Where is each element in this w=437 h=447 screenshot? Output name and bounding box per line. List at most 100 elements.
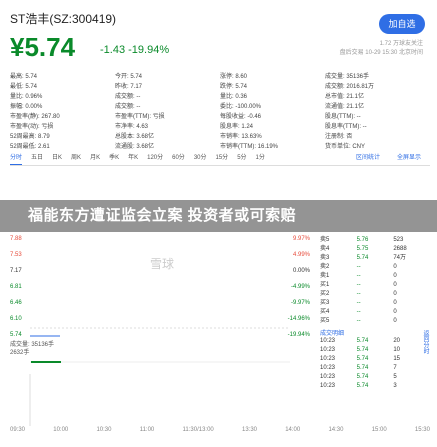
- bid-cell: 0: [393, 282, 397, 288]
- stat-item: 最低: 5.74: [10, 84, 38, 90]
- stat-item: 昨收: 7.17: [115, 84, 143, 90]
- stat-item: 成交额: --: [115, 104, 141, 110]
- stat-item: 市销率: 13.63%: [220, 134, 262, 140]
- volume-bar: [31, 361, 61, 363]
- ask-cell: 5.76: [356, 237, 369, 243]
- stats-row: 市盈率(动): 亏损 市净率: 4.63 股息率: 1.24 股息率(TTM): --: [10, 122, 430, 132]
- trade-cell: 10:23: [320, 347, 336, 353]
- trade-cell: 10:23: [320, 365, 336, 371]
- stat-item: 流通值: 21.1亿: [325, 104, 365, 110]
- trade-cell: 10:23: [320, 374, 336, 380]
- tab-action[interactable]: 区间统计: [356, 152, 380, 165]
- xueqiu-watermark: 雪球: [150, 257, 175, 271]
- bid-row: 买1 -- 0: [320, 281, 430, 290]
- stat-item: 流通股: 3.68亿: [115, 144, 155, 150]
- bid-cell: 0: [393, 300, 397, 306]
- tab-12[interactable]: 1分: [256, 152, 265, 165]
- stat-item: 52周最高: 8.79: [10, 134, 50, 140]
- order-book: 卖5 5.76 523 卖4 5.75 2688 卖3 5.74 74万 卖2 -- 0 卖1 -- 0 买1…: [320, 236, 430, 391]
- tab-4[interactable]: 月K: [90, 152, 100, 165]
- x-tick: 10:30: [96, 427, 112, 433]
- ask-cell: 0: [393, 273, 397, 279]
- stat-item: 总市值: 21.1亿: [325, 94, 365, 100]
- stats-row: 振幅: 0.00% 成交额: -- 委比: -100.00% 流通值: 21.1亿: [10, 102, 430, 112]
- ask-cell: 2688: [393, 246, 407, 252]
- tabs-right: 区间统计 全屏显示: [356, 152, 430, 165]
- stat-item: 量比: 0.96%: [10, 94, 43, 100]
- trade-cell: 10:23: [320, 383, 336, 389]
- back-to-intraday[interactable]: 返回分时: [421, 330, 430, 354]
- stat-item: 货币单位: CNY: [325, 144, 366, 150]
- stat-item: 跌停: 5.74: [220, 84, 248, 90]
- trade-row: 10:23 5.74 15: [320, 355, 430, 364]
- x-tick: 10:00: [53, 427, 69, 433]
- stat-item: 股息率(TTM): --: [325, 124, 367, 130]
- stat-item: 振幅: 0.00%: [10, 104, 43, 110]
- x-tick: 15:00: [371, 427, 387, 433]
- volume-value: 2632手: [10, 350, 30, 356]
- stats-row: 52周最低: 2.61 流通股: 3.68亿 市销率(TTM): 16.19% 货币单…: [10, 142, 430, 152]
- stat-item: 注册制: 否: [325, 134, 353, 140]
- tab-10[interactable]: 15分: [216, 152, 229, 165]
- bid-cell: --: [356, 318, 361, 324]
- news-banner[interactable]: 福能东方遭证监会立案 投资者或可索赔: [0, 200, 437, 232]
- stock-header: ST浩丰(SZ:300419) 加自选 ¥5.74 -1.43 -19.94% …: [10, 10, 437, 70]
- followers: 1.72 万球友关注: [379, 41, 423, 47]
- x-tick: 13:30: [241, 427, 257, 433]
- tab-3[interactable]: 周K: [71, 152, 81, 165]
- trade-cell: 5.74: [356, 383, 369, 389]
- stat-item: 股息率: 1.24: [220, 124, 254, 130]
- stat-item: 涨停: 8.60: [220, 74, 248, 80]
- trade-cell: 3: [393, 383, 397, 389]
- ask-row: 卖4 5.75 2688: [320, 245, 430, 254]
- bid-cell: --: [356, 300, 361, 306]
- ask-cell: 卖3: [320, 255, 330, 261]
- tab-5[interactable]: 季K: [109, 152, 119, 165]
- tab-action[interactable]: 全屏显示: [397, 152, 421, 165]
- stock-meta: 1.72 万球友关注 盘后交易 10-29 15:30 北京时间: [340, 40, 423, 58]
- stats-row: 最高: 5.74 今开: 5.74 涨停: 8.60 成交量: 35136手: [10, 72, 430, 82]
- bid-row: 买2 -- 0: [320, 290, 430, 299]
- ask-cell: 5.74: [356, 255, 369, 261]
- bid-cell: 买4: [320, 309, 330, 315]
- tab-0[interactable]: 分时: [10, 152, 23, 165]
- stat-item: 市净率: 4.63: [115, 124, 149, 130]
- bid-cell: 0: [393, 318, 397, 324]
- x-tick: 14:30: [328, 427, 344, 433]
- stat-item: 量比: 0.36: [220, 94, 248, 100]
- stat-item: 成交量: 35136手: [325, 74, 370, 80]
- bid-row: 买4 -- 0: [320, 308, 430, 317]
- bid-cell: 0: [393, 291, 397, 297]
- price-change: -1.43 -19.94%: [100, 44, 170, 56]
- x-axis: 09:30 10:00 10:30 11:00 11:30/13:00 13:30 14:0…: [10, 427, 430, 433]
- bid-row: 买3 -- 0: [320, 299, 430, 308]
- stat-item: 成交额: 2016.81万: [325, 84, 375, 90]
- bid-row: 买5 -- 0: [320, 317, 430, 326]
- stat-item: 今开: 5.74: [115, 74, 143, 80]
- tab-2[interactable]: 日K: [52, 152, 62, 165]
- x-tick: 14:00: [285, 427, 301, 433]
- ask-cell: 0: [393, 264, 397, 270]
- tab-1[interactable]: 五日: [31, 152, 43, 165]
- ask-row: 卖1 -- 0: [320, 272, 430, 281]
- chart-tabs: 分时 五日 日K 周K 月K 季K 年K 120分 60分 30分 15分 5分 1分 区间统计 全屏显示: [10, 152, 430, 166]
- market-time: 盘后交易 10-29 15:30 北京时间: [339, 50, 423, 56]
- trade-cell: 5.74: [356, 347, 369, 353]
- bid-cell: --: [356, 309, 361, 315]
- tab-8[interactable]: 60分: [172, 152, 185, 165]
- x-tick: 11:00: [139, 427, 155, 433]
- trade-cell: 7: [393, 365, 397, 371]
- trade-row: 10:23 5.74 5: [320, 373, 430, 382]
- stat-item: 市盈率(静): 267.80: [10, 114, 60, 120]
- tab-6[interactable]: 年K: [128, 152, 138, 165]
- trade-row: 10:23 5.74 7: [320, 364, 430, 373]
- tab-7[interactable]: 120分: [147, 152, 163, 165]
- tab-11[interactable]: 5分: [237, 152, 246, 165]
- stat-item: 市盈率(动): 亏损: [10, 124, 54, 130]
- ask-cell: 卖5: [320, 237, 330, 243]
- tab-9[interactable]: 30分: [194, 152, 207, 165]
- trades-title: 成交明细: [320, 331, 345, 337]
- stat-item: 委比: -100.00%: [220, 104, 262, 110]
- add-watchlist-button[interactable]: 加自选: [379, 14, 425, 34]
- trade-cell: 5.74: [356, 356, 369, 362]
